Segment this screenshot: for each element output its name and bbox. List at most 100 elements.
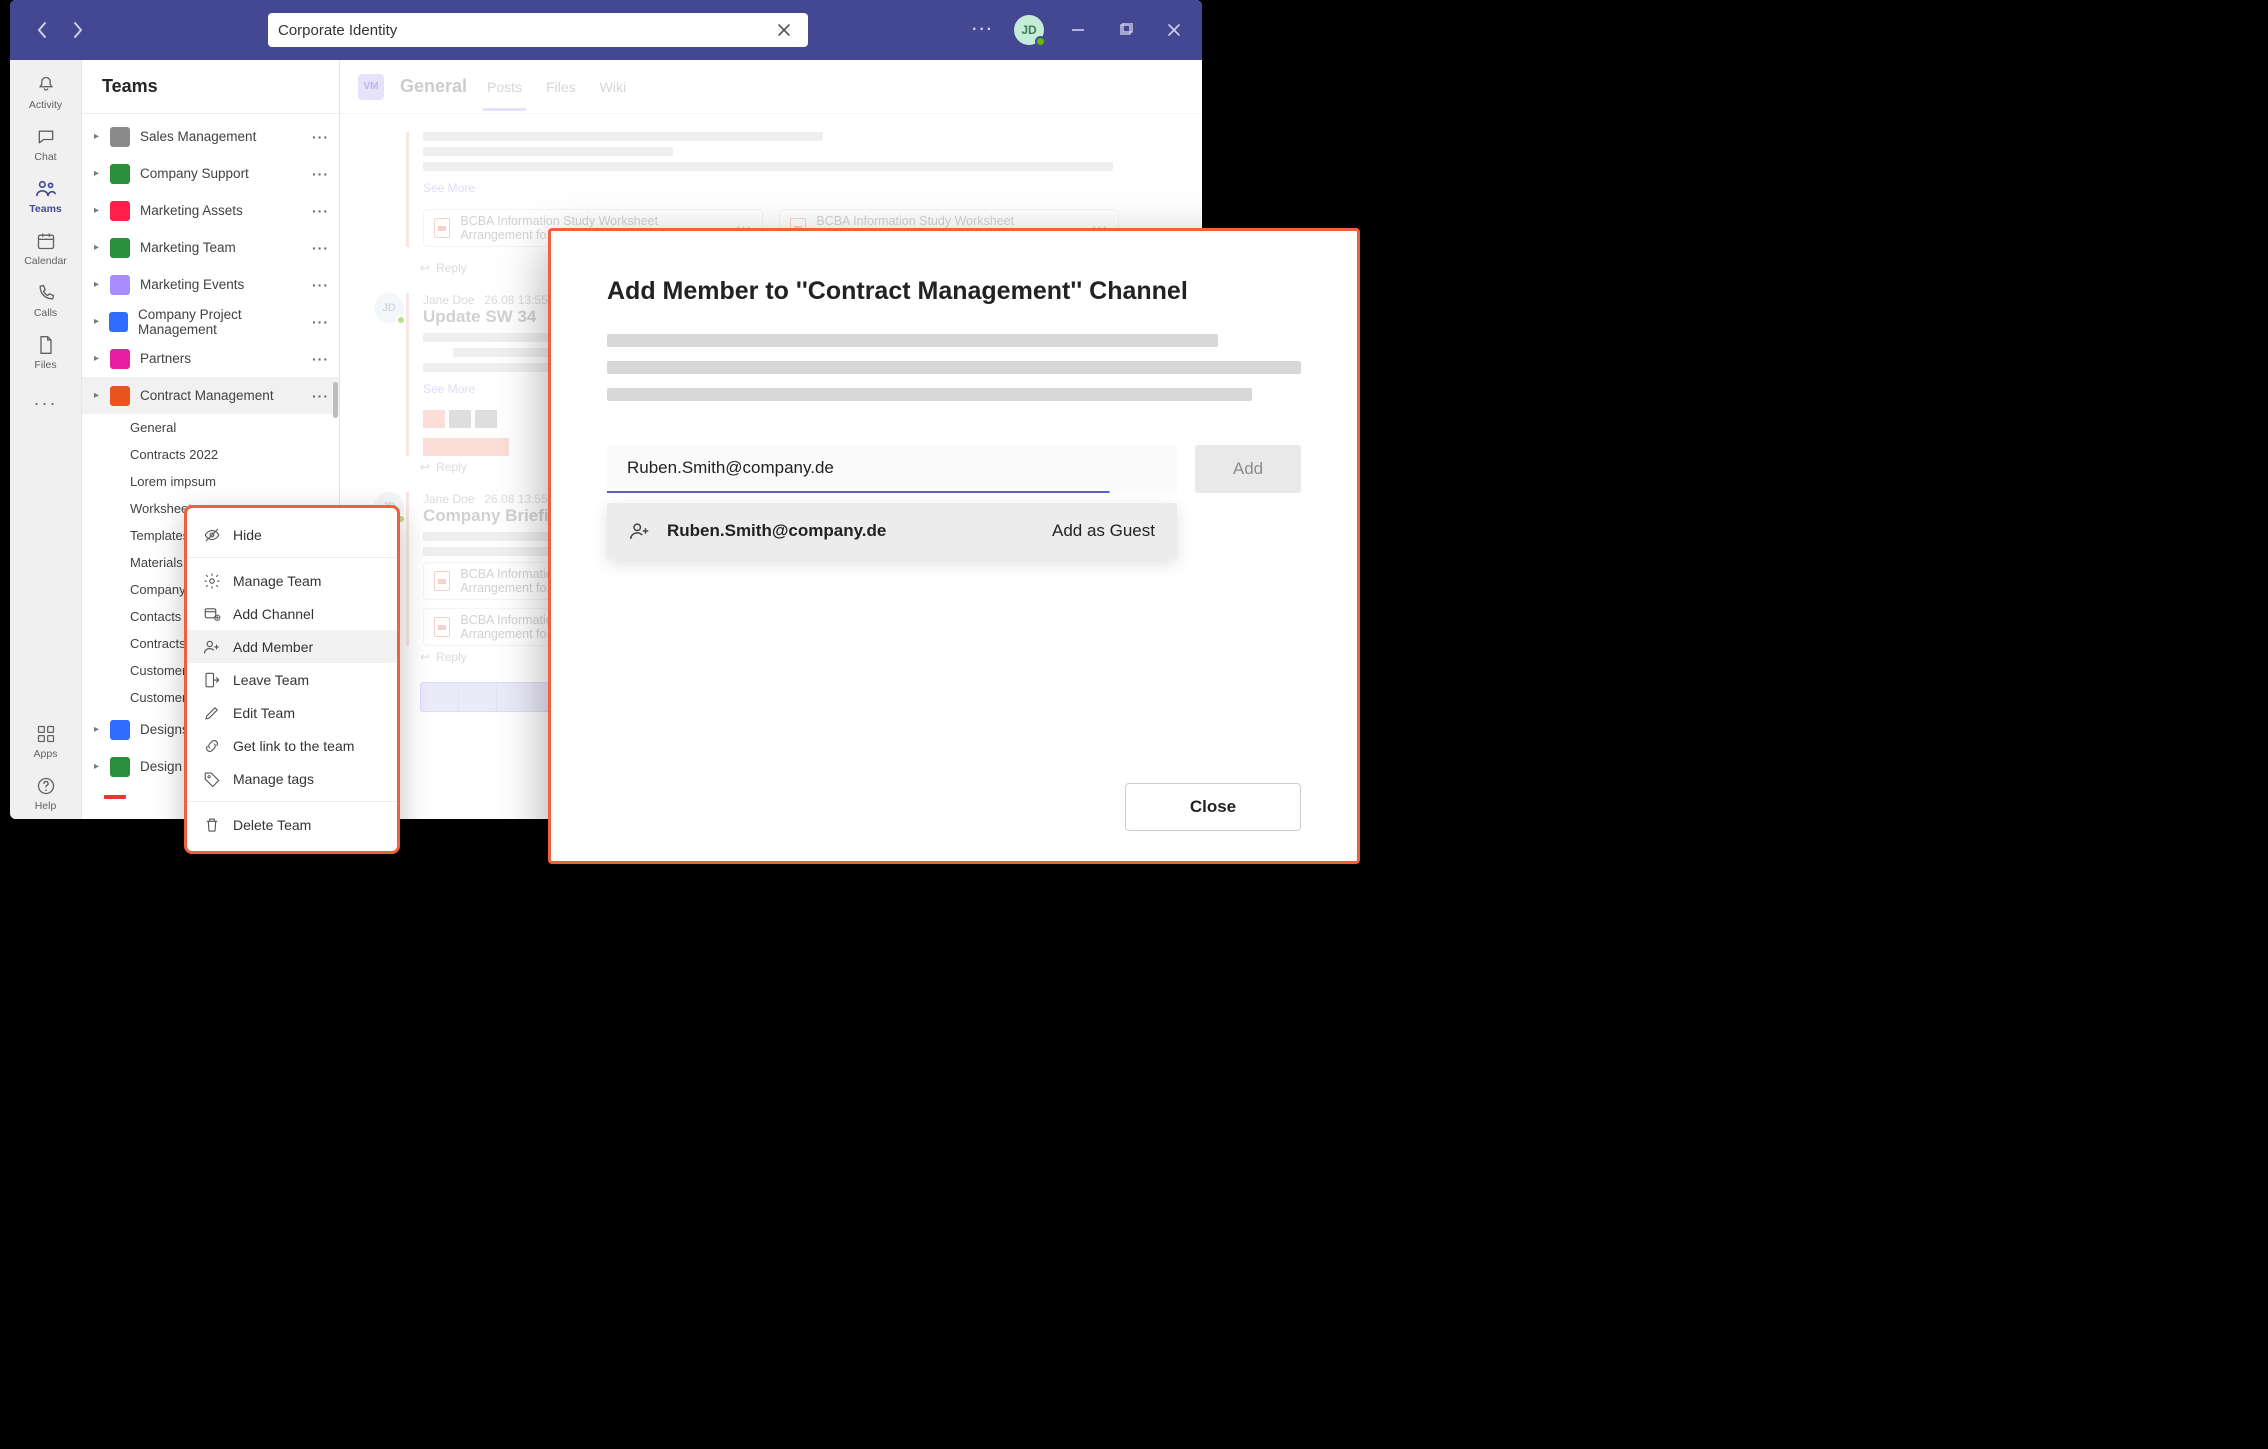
menu-label: Hide [233,527,262,543]
team-name: Sales Management [140,129,256,144]
channel-add-icon [203,605,221,623]
menu-label: Add Member [233,639,313,655]
menu-label: Leave Team [233,672,309,688]
app-rail: Activity Chat Teams [10,60,82,819]
close-button[interactable]: Close [1125,783,1301,831]
team-color-tile [110,238,130,258]
rail-label: Calls [34,307,57,319]
caret-icon: ▸ [94,205,104,216]
guest-suggestion[interactable]: Ruben.Smith@company.de Add as Guest [607,503,1177,559]
sidebar-team-row[interactable]: ▸Sales Management··· [82,118,339,155]
minimize-button[interactable] [1064,16,1092,44]
team-name: Company Support [140,166,249,181]
sidebar-team-row[interactable]: ▸Marketing Assets··· [82,192,339,229]
post-time: 26.08 13:55 [484,293,547,307]
team-more-icon[interactable]: ··· [312,166,329,182]
rail-chat[interactable]: Chat [10,118,81,170]
sidebar-team-row[interactable]: ▸ Company Support ··· [82,155,339,192]
see-more-link[interactable]: See More [423,181,1152,195]
rail-label: Calendar [24,255,67,267]
document-icon [434,571,450,591]
search-box[interactable] [268,13,808,47]
team-color-tile [110,386,130,406]
team-more-icon[interactable]: ··· [312,351,329,367]
search-input[interactable] [278,22,777,39]
caret-icon: ▸ [94,316,103,327]
add-member-dialog: Add Member to ''Contract Management'' Ch… [548,228,1360,864]
menu-manage-team[interactable]: Manage Team [187,564,397,597]
thumbnail[interactable] [449,410,471,428]
menu-edit-team[interactable]: Edit Team [187,696,397,729]
pencil-icon [203,704,221,722]
sidebar-channel-row[interactable]: Contracts 2022 [82,441,339,468]
user-avatar[interactable]: JD [1014,15,1044,45]
team-name: Company Project Management [138,307,312,337]
sidebar-channel-row[interactable]: Lorem impsum [82,468,339,495]
menu-label: Edit Team [233,705,295,721]
close-window-button[interactable] [1160,16,1188,44]
sidebar-team-row[interactable]: ▸Marketing Team··· [82,229,339,266]
skeleton-line [607,334,1218,347]
team-context-menu: Hide Manage Team Add Channel Add Member [184,505,400,854]
menu-label: Manage tags [233,771,314,787]
team-more-icon[interactable]: ··· [312,240,329,256]
rail-teams[interactable]: Teams [10,170,81,222]
team-more-icon[interactable]: ··· [312,129,329,145]
menu-get-link[interactable]: Get link to the team [187,729,397,762]
caret-icon: ▸ [94,279,104,290]
tab-posts[interactable]: Posts [483,79,526,95]
thumbnail[interactable] [423,410,445,428]
team-color-tile [110,275,130,295]
leave-icon [203,671,221,689]
dialog-title: Add Member to ''Contract Management'' Ch… [607,277,1301,306]
rail-files[interactable]: Files [10,326,81,378]
team-more-icon[interactable]: ··· [312,277,329,293]
rail-label: Chat [34,151,56,163]
scrollbar-thumb[interactable] [333,382,338,418]
team-name: Designs [140,722,189,737]
add-button[interactable]: Add [1195,445,1301,493]
sidebar-team-row[interactable]: ▸Contract Management··· [82,377,339,414]
menu-manage-tags[interactable]: Manage tags [187,762,397,795]
team-more-icon[interactable]: ··· [312,203,329,219]
channel-name: General [400,76,467,97]
sidebar-team-row[interactable]: ▸ Company Project Management··· [82,303,339,340]
menu-leave-team[interactable]: Leave Team [187,663,397,696]
back-button[interactable] [30,18,54,42]
rail-calls[interactable]: Calls [10,274,81,326]
thumbnail[interactable] [423,438,509,456]
trash-icon [203,816,221,834]
rail-more[interactable]: ··· [10,378,81,430]
sidebar-team-row[interactable]: ▸Marketing Events··· [82,266,339,303]
forward-button[interactable] [66,18,90,42]
rail-apps[interactable]: Apps [10,715,81,767]
menu-add-channel[interactable]: Add Channel [187,597,397,630]
menu-hide[interactable]: Hide [187,518,397,551]
team-more-icon[interactable]: ··· [312,388,329,404]
rail-activity[interactable]: Activity [10,66,81,118]
rail-help[interactable]: Help [10,767,81,819]
caret-icon: ▸ [94,168,104,179]
member-email-input[interactable] [607,445,1177,493]
skeleton-line [607,361,1301,374]
tab-files[interactable]: Files [542,79,580,95]
rail-label: Activity [29,99,62,111]
clear-search-icon[interactable] [777,23,798,37]
settings-more-icon[interactable]: ··· [972,21,994,39]
tab-wiki[interactable]: Wiki [596,79,630,95]
menu-delete-team[interactable]: Delete Team [187,808,397,841]
post-time: 26.08 13:55 [484,492,547,506]
team-more-icon[interactable]: ··· [312,314,329,330]
tag-icon [203,770,221,788]
menu-add-member[interactable]: Add Member [187,630,397,663]
sidebar-title: Teams [82,60,339,114]
team-tile: VM [358,74,384,100]
menu-label: Add Channel [233,606,314,622]
thumbnail[interactable] [475,410,497,428]
rail-calendar[interactable]: Calendar [10,222,81,274]
team-color-tile [110,127,130,147]
sidebar-channel-row[interactable]: General [82,414,339,441]
sidebar-team-row[interactable]: ▸Partners··· [82,340,339,377]
bell-icon [36,73,56,97]
maximize-button[interactable] [1112,16,1140,44]
